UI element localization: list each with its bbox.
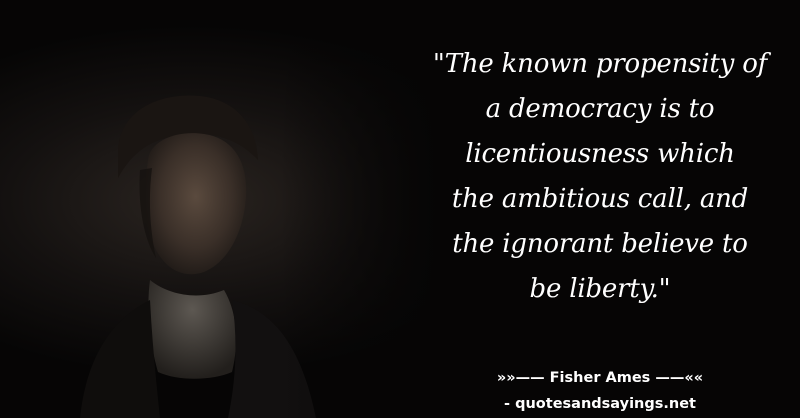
quote-line: "The known propensity of — [432, 49, 768, 79]
quote-line: licentiousness which — [465, 139, 735, 169]
quote-line: the ignorant believe to — [452, 229, 748, 259]
quote-line: a democracy is to — [485, 94, 715, 124]
source-site: - quotesandsayings.net — [504, 396, 696, 412]
quote-line: be liberty." — [529, 274, 671, 304]
quote-text: "The known propensity of a democracy is … — [408, 42, 792, 312]
quote-line: the ambitious call, and — [451, 184, 749, 214]
author-attribution: »»—— Fisher Ames ——«« — [496, 370, 704, 386]
quote-card: "The known propensity of a democracy is … — [0, 0, 800, 418]
